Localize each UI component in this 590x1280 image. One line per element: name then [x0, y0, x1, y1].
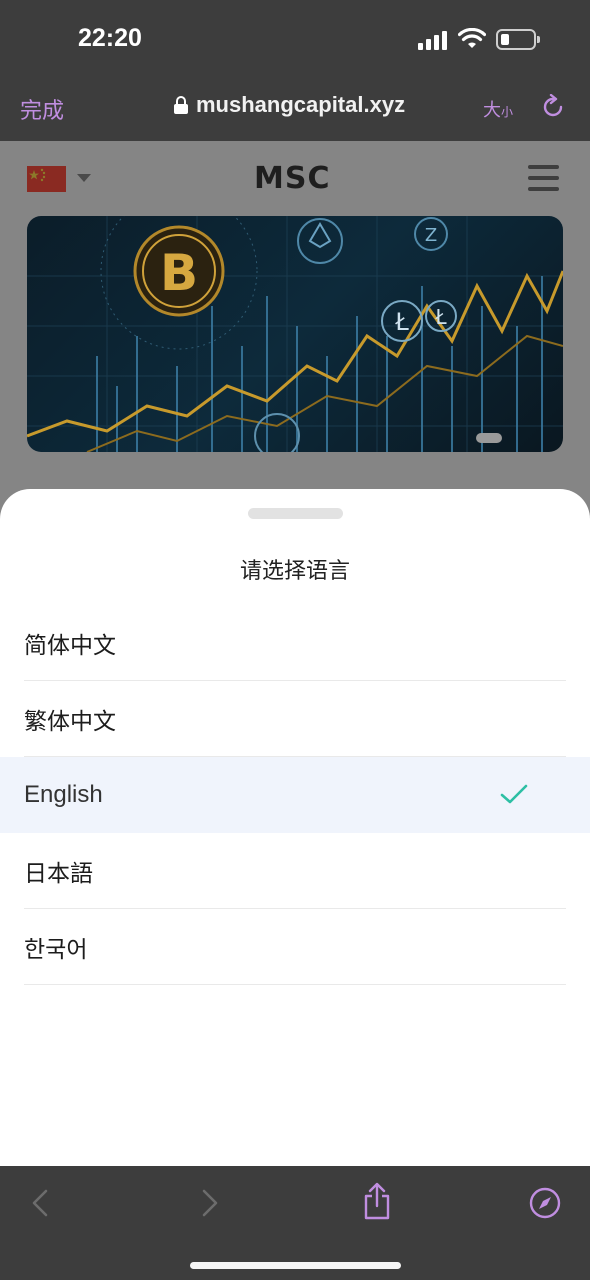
hamburger-menu-icon[interactable] [528, 165, 559, 191]
url-text: mushangcapital.xyz [196, 92, 406, 117]
wifi-icon [458, 28, 486, 48]
lock-icon [174, 96, 188, 114]
status-time: 22:20 [78, 24, 142, 52]
chevron-down-icon[interactable] [77, 174, 91, 182]
language-sheet: 请选择语言 简体中文 繁体中文 English 日本語 한국어 [0, 489, 590, 1166]
language-label: 简体中文 [24, 633, 116, 659]
language-label: 한국어 [24, 937, 88, 963]
svg-text:B: B [160, 244, 198, 302]
language-label: 繁体中文 [24, 709, 116, 735]
bitcoin-chart-banner-image[interactable]: B Z Ł Ł [27, 216, 563, 452]
share-icon[interactable] [362, 1182, 392, 1220]
cellular-signal-icon [418, 30, 448, 50]
battery-low-icon [496, 29, 540, 50]
text-size-small-label: 小 [501, 105, 514, 119]
sheet-grabber[interactable] [248, 508, 343, 519]
divider [24, 984, 566, 985]
svg-text:Ł: Ł [434, 305, 447, 329]
checkmark-icon [500, 784, 528, 804]
home-indicator[interactable] [190, 1262, 401, 1269]
site-logo[interactable]: MSC [254, 161, 330, 196]
language-option-zh-hans[interactable]: 简体中文 [0, 605, 590, 681]
compass-icon[interactable] [528, 1186, 562, 1220]
language-list: 简体中文 繁体中文 English 日本語 한국어 [0, 605, 590, 985]
done-button[interactable]: 完成 [20, 93, 64, 125]
language-option-japanese[interactable]: 日本語 [0, 833, 590, 909]
reload-icon[interactable] [540, 94, 566, 120]
chevron-right-icon[interactable] [200, 1188, 220, 1218]
chevron-left-icon[interactable] [30, 1188, 50, 1218]
language-option-english[interactable]: English [0, 757, 590, 833]
china-flag-icon[interactable] [27, 166, 66, 192]
text-size-button[interactable]: 大小 [483, 96, 513, 122]
language-option-korean[interactable]: 한국어 [0, 909, 590, 985]
text-size-big-label: 大 [483, 100, 501, 121]
language-label: English [24, 781, 103, 808]
address-bar[interactable]: mushangcapital.xyz [174, 92, 405, 118]
language-option-zh-hant[interactable]: 繁体中文 [0, 681, 590, 757]
svg-text:Ł: Ł [394, 308, 409, 336]
browser-top-bar: 22:20 完成 mushangcapital.xyz 大小 [0, 0, 590, 141]
sheet-title: 请选择语言 [239, 559, 350, 584]
svg-text:Z: Z [425, 225, 437, 246]
language-label: 日本語 [24, 861, 93, 887]
carousel-indicator[interactable] [476, 433, 502, 443]
browser-bottom-toolbar [0, 1166, 590, 1280]
